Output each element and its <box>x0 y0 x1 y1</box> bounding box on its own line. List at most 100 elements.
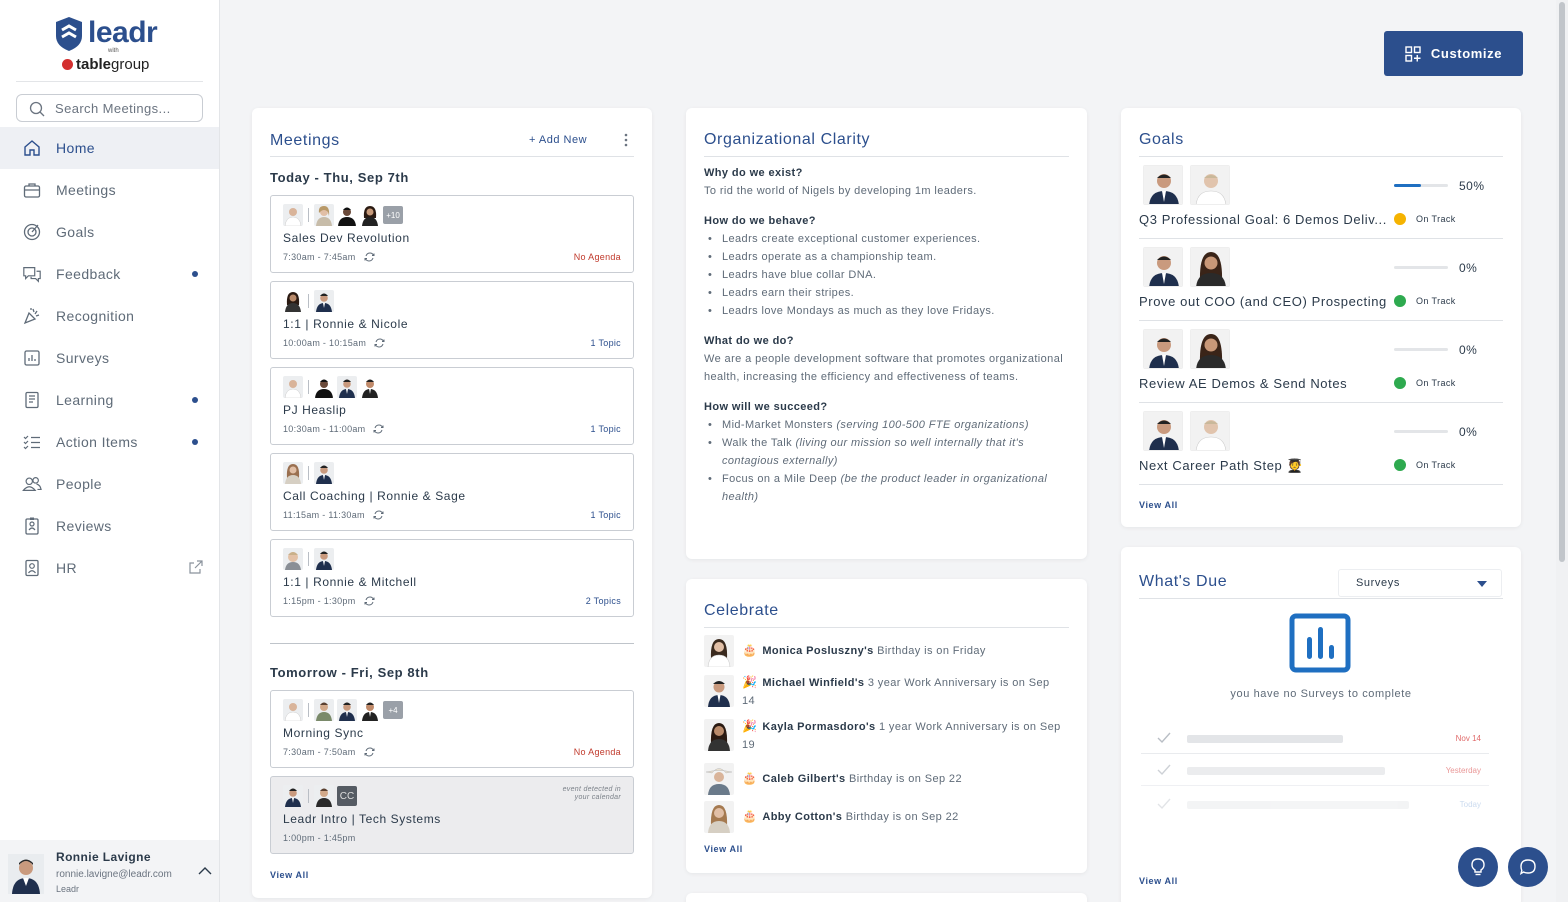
meeting-time: 10:30am - 11:00am <box>283 424 384 434</box>
meeting-title: 1:1 | Ronnie & Mitchell <box>283 575 417 589</box>
meeting-time: 11:15am - 11:30am <box>283 510 384 520</box>
attendee-avatars: CC <box>283 785 357 807</box>
meetings-view-all-link[interactable]: View All <box>270 870 309 880</box>
avatar-divider <box>308 380 309 394</box>
goal-item[interactable]: 0% Prove out COO (and CEO) Prospecting O… <box>1139 239 1503 321</box>
leadr-logo[interactable]: leadr with tablegroup <box>52 14 172 76</box>
goal-item[interactable]: 0% Review AE Demos & Send Notes On Track <box>1139 321 1503 403</box>
ideas-lightbulb-button[interactable] <box>1458 847 1498 887</box>
sidebar-item-recognition[interactable]: Recognition <box>0 295 219 337</box>
goal-title: Q3 Professional Goal: 6 Demos Deliv... <box>1139 212 1387 227</box>
sidebar-item-learning[interactable]: Learning <box>0 379 219 421</box>
celebrate-card: Celebrate 🎂 Monica Posluszny's Birthday i… <box>686 579 1087 873</box>
whats-due-view-all-link[interactable]: View All <box>1139 876 1178 886</box>
sidebar-item-hr[interactable]: HR <box>0 547 219 589</box>
sidebar-item-action-items[interactable]: Action Items <box>0 421 219 463</box>
org-clarity-card: Organizational Clarity Why do we exist? … <box>686 108 1087 559</box>
sidebar-item-feedback[interactable]: Feedback <box>0 253 219 295</box>
meeting-title: Call Coaching | Ronnie & Sage <box>283 489 466 503</box>
meeting-title: Morning Sync <box>283 726 364 740</box>
progress-percent: 50% <box>1459 179 1485 193</box>
add-new-meeting-link[interactable]: + Add New <box>529 134 587 146</box>
person-name: Caleb Gilbert's <box>762 773 846 785</box>
sidebar-item-meetings[interactable]: Meetings <box>0 169 219 211</box>
avatar <box>1190 411 1230 451</box>
avatar <box>337 376 357 398</box>
meeting-item[interactable]: 1:1 | Ronnie & Nicole 10:00am - 10:15am … <box>270 281 634 359</box>
placeholder-date: Yesterday <box>1445 766 1481 775</box>
goals-view-all-link[interactable]: View All <box>1139 500 1178 510</box>
avatar <box>314 290 334 312</box>
progress-bar <box>1394 266 1448 269</box>
card-divider <box>270 156 634 157</box>
meeting-item[interactable]: 1:1 | Ronnie & Mitchell 1:15pm - 1:30pm … <box>270 539 634 617</box>
chat-support-button[interactable] <box>1508 847 1548 887</box>
avatar <box>314 785 334 807</box>
meeting-item[interactable]: +10 Sales Dev Revolution 7:30am - 7:45am… <box>270 195 634 273</box>
customize-button[interactable]: Customize <box>1384 31 1523 76</box>
card-divider <box>1139 598 1503 599</box>
sidebar-item-goals[interactable]: Goals <box>0 211 219 253</box>
goal-avatars <box>1143 329 1237 369</box>
avatar <box>283 548 303 570</box>
search-box[interactable] <box>16 94 203 122</box>
meetings-card: Meetings + Add New Today - Thu, Sep 7th … <box>252 108 652 898</box>
avatar <box>283 462 303 484</box>
meeting-item[interactable]: Call Coaching | Ronnie & Sage 11:15am - … <box>270 453 634 531</box>
progress-fill <box>1394 184 1421 187</box>
day-divider <box>270 643 634 644</box>
today-label: Today - Thu, Sep 7th <box>270 170 409 185</box>
chevron-up-icon[interactable] <box>198 866 212 876</box>
avatar <box>1143 411 1183 451</box>
sidebar-item-label: Home <box>56 140 95 156</box>
status-dot <box>1394 295 1406 307</box>
sidebar-item-reviews[interactable]: Reviews <box>0 505 219 547</box>
meeting-item[interactable]: PJ Heaslip 10:30am - 11:00am 1 Topic <box>270 367 634 445</box>
meeting-item-external[interactable]: CC event detected in your calendar Leadr … <box>270 776 634 854</box>
check-icon <box>1157 732 1171 744</box>
brand-with: with <box>108 48 119 54</box>
card-divider <box>704 627 1069 628</box>
progress-bar <box>1394 184 1448 187</box>
external-link-icon[interactable] <box>188 559 204 578</box>
meeting-time: 1:15pm - 1:30pm <box>283 596 375 606</box>
status-dot <box>1394 459 1406 471</box>
brand-name: leadr <box>88 16 158 49</box>
avatar <box>704 801 734 833</box>
goal-item[interactable]: 50% Q3 Professional Goal: 6 Demos Deliv.… <box>1139 157 1503 239</box>
avatar <box>1143 329 1183 369</box>
question: What do we do? <box>704 335 794 347</box>
sidebar-item-people[interactable]: People <box>0 463 219 505</box>
placeholder-row: Nov 14 <box>1141 724 1489 754</box>
sidebar-item-label: Action Items <box>56 434 138 450</box>
avatar <box>704 763 734 795</box>
avatar <box>360 376 380 398</box>
question: Why do we exist? <box>704 167 803 179</box>
avatar <box>1143 247 1183 287</box>
scrollbar-thumb[interactable] <box>1559 2 1565 562</box>
meeting-item[interactable]: +4 Morning Sync 7:30am - 7:50am No Agend… <box>270 690 634 768</box>
grid-icon <box>1405 45 1421 62</box>
birthday-cake-icon: 🎂 <box>742 643 758 657</box>
user-email: ronnie.lavigne@leadr.com <box>56 869 172 880</box>
page-scrollbar[interactable] <box>1556 0 1568 902</box>
card-divider <box>704 156 1069 157</box>
sidebar-item-surveys[interactable]: Surveys <box>0 337 219 379</box>
answer: We are a people development software tha… <box>704 353 1064 383</box>
customize-label: Customize <box>1430 46 1503 61</box>
goal-item[interactable]: 0% Next Career Path Step 🧑‍🎓 On Track <box>1139 403 1503 485</box>
search-input[interactable] <box>55 99 195 117</box>
list-item: Mid-Market Monsters (serving 100-500 FTE… <box>704 416 1069 434</box>
goal-title: Next Career Path Step 🧑‍🎓 <box>1139 458 1304 473</box>
org-clarity-content: Why do we exist? To rid the world of Nig… <box>704 164 1069 506</box>
meeting-title: Sales Dev Revolution <box>283 231 410 245</box>
user-profile[interactable]: Ronnie Lavigne ronnie.lavigne@leadr.com … <box>0 840 219 902</box>
calendar-detected-note: event detected in your calendar <box>562 786 621 801</box>
kebab-menu-icon[interactable] <box>623 132 629 148</box>
meeting-time: 7:30am - 7:45am <box>283 252 375 262</box>
list-item: Leadrs earn their stripes. <box>704 284 1069 302</box>
sidebar-item-home[interactable]: Home <box>0 127 219 169</box>
due-type-select[interactable]: Surveys <box>1338 569 1502 597</box>
celebrate-view-all-link[interactable]: View All <box>704 844 743 854</box>
goals-card: Goals 50% Q3 Professional Goal: 6 Demos … <box>1121 108 1521 527</box>
